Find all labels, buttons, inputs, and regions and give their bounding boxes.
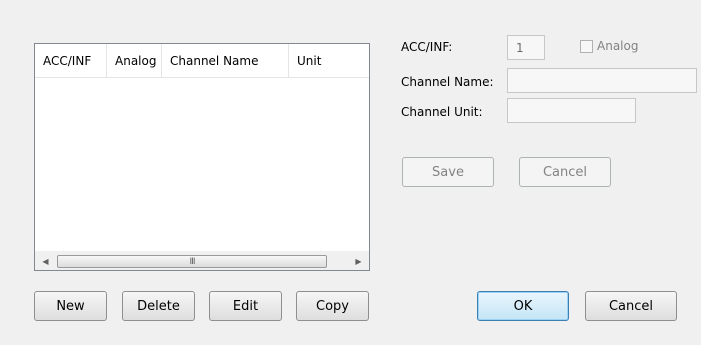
column-header-analog[interactable]: Analog bbox=[107, 44, 162, 78]
analog-checkbox-label: Analog bbox=[597, 39, 639, 53]
channel-name-label: Channel Name: bbox=[401, 75, 494, 89]
column-header-channel-name[interactable]: Channel Name bbox=[162, 44, 289, 78]
column-header-acc-inf[interactable]: ACC/INF bbox=[35, 44, 107, 78]
column-header-unit[interactable]: Unit bbox=[289, 44, 370, 78]
save-button[interactable]: Save bbox=[402, 157, 494, 187]
copy-button[interactable]: Copy bbox=[296, 291, 369, 321]
channel-list[interactable]: ACC/INF Analog Channel Name Unit ◀ III ▶ bbox=[34, 43, 370, 271]
scroll-grip-icon: III bbox=[189, 256, 196, 267]
delete-button[interactable]: Delete bbox=[122, 291, 195, 321]
horizontal-scrollbar[interactable]: ◀ III ▶ bbox=[35, 251, 369, 270]
ok-button[interactable]: OK bbox=[477, 291, 569, 321]
acc-inf-label: ACC/INF: bbox=[401, 40, 453, 54]
scroll-right-arrow-icon[interactable]: ▶ bbox=[350, 252, 367, 271]
edit-button[interactable]: Edit bbox=[209, 291, 282, 321]
dialog-cancel-button[interactable]: Cancel bbox=[585, 291, 677, 321]
acc-inf-field[interactable]: 1 bbox=[507, 35, 545, 60]
form-cancel-button[interactable]: Cancel bbox=[519, 157, 611, 187]
new-button[interactable]: New bbox=[34, 291, 107, 321]
scroll-thumb[interactable]: III bbox=[57, 255, 327, 268]
analog-checkbox[interactable] bbox=[580, 40, 593, 53]
channel-unit-field[interactable] bbox=[507, 98, 636, 123]
channel-unit-label: Channel Unit: bbox=[401, 105, 483, 119]
acc-inf-value: 1 bbox=[516, 41, 524, 55]
list-header: ACC/INF Analog Channel Name Unit bbox=[35, 44, 369, 78]
channel-name-field[interactable] bbox=[507, 68, 697, 93]
list-body[interactable] bbox=[35, 79, 369, 250]
scroll-left-arrow-icon[interactable]: ◀ bbox=[37, 252, 54, 271]
